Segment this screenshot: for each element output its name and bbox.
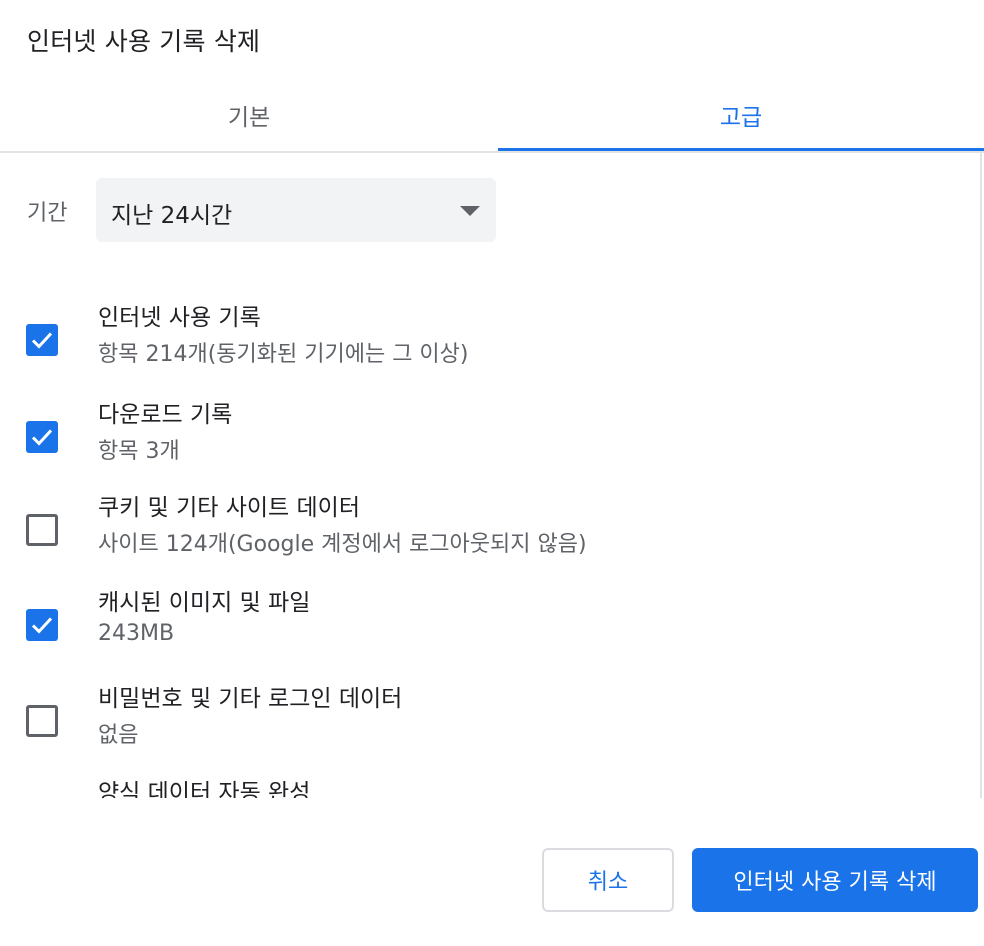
advanced-options-panel[interactable]: 기간 지난 24시간 인터넷 사용 기록 항목 214개(동기화된 기기에는 그… [0,153,982,798]
option-browsing-history[interactable]: 인터넷 사용 기록 항목 214개(동기화된 기기에는 그 이상) [0,305,970,388]
option-subtitle: 243MB [98,621,175,646]
check-icon [31,617,53,634]
tab-basic[interactable]: 기본 [0,80,498,150]
option-title: 쿠키 및 기타 사이트 데이터 [98,495,361,521]
option-title: 비밀번호 및 기타 로그인 데이터 [98,686,403,712]
checkbox-browsing-history[interactable] [26,324,58,356]
caret-down-icon [460,206,480,216]
clear-data-button[interactable]: 인터넷 사용 기록 삭제 [692,848,978,912]
tab-advanced[interactable]: 고급 [498,80,984,150]
period-select[interactable]: 지난 24시간 [96,178,496,242]
period-selected-value: 지난 24시간 [111,203,233,229]
tab-bar: 기본 고급 [0,80,984,153]
option-subtitle: 없음 [98,723,139,748]
cancel-button[interactable]: 취소 [542,848,674,912]
option-subtitle: 항목 3개 [98,439,180,464]
checkbox-cached-images[interactable] [26,609,58,641]
checkbox-download-history[interactable] [26,421,58,453]
option-title: 인터넷 사용 기록 [98,305,261,331]
option-autofill[interactable]: 양식 데이터 자동 완성 [0,780,970,798]
check-icon [31,332,53,349]
option-title: 캐시된 이미지 및 파일 [98,590,311,616]
option-subtitle: 사이트 124개(Google 계정에서 로그아웃되지 않음) [98,532,587,557]
option-cached-images[interactable]: 캐시된 이미지 및 파일 243MB [0,590,970,673]
option-passwords[interactable]: 비밀번호 및 기타 로그인 데이터 없음 [0,686,970,769]
dialog-title: 인터넷 사용 기록 삭제 [27,27,261,56]
option-cookies[interactable]: 쿠키 및 기타 사이트 데이터 사이트 124개(Google 계정에서 로그아… [0,495,970,578]
checkbox-passwords[interactable] [26,705,58,737]
dialog-footer: 취소 인터넷 사용 기록 삭제 [0,800,984,946]
option-subtitle: 항목 214개(동기화된 기기에는 그 이상) [98,342,469,367]
clear-browsing-data-dialog: 인터넷 사용 기록 삭제 기본 고급 기간 지난 24시간 인터넷 사용 기록 … [0,0,984,946]
option-title: 다운로드 기록 [98,402,233,428]
period-label: 기간 [27,201,68,226]
option-download-history[interactable]: 다운로드 기록 항목 3개 [0,402,970,485]
option-title: 양식 데이터 자동 완성 [98,780,311,798]
check-icon [31,429,53,446]
checkbox-cookies[interactable] [26,514,58,546]
